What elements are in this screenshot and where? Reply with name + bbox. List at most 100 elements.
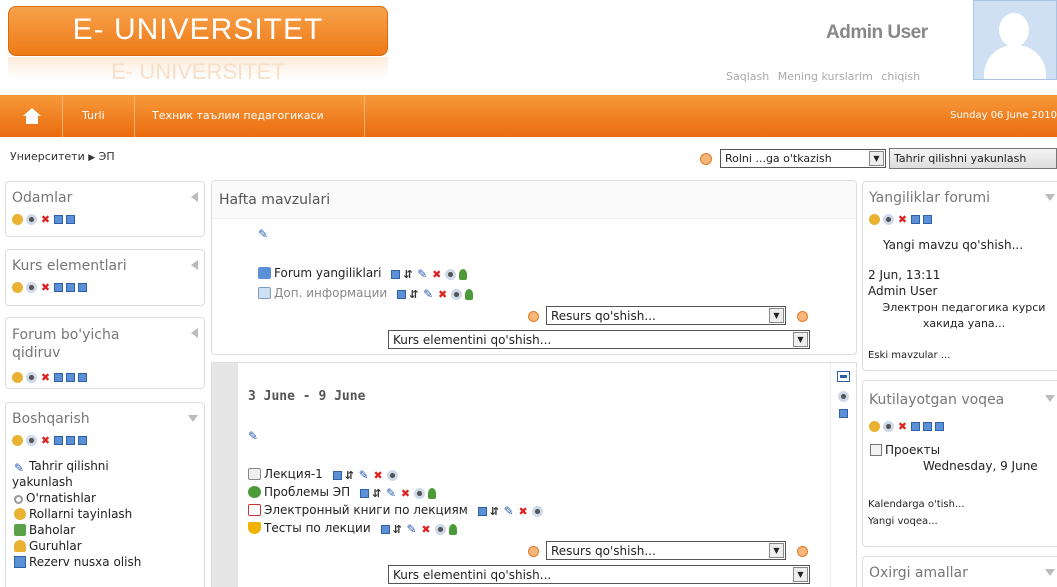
hide-icon[interactable]: [26, 282, 37, 293]
delete-icon[interactable]: ✖: [40, 282, 51, 293]
assign-roles-icon[interactable]: [869, 214, 880, 225]
delete-icon[interactable]: ✖: [40, 214, 51, 225]
move-right-icon[interactable]: [78, 436, 87, 445]
move-right-icon[interactable]: [360, 489, 370, 498]
edit-summary-icon[interactable]: ✎: [258, 227, 268, 241]
help-icon[interactable]: [528, 546, 539, 557]
hide-icon[interactable]: [883, 214, 894, 225]
delete-icon[interactable]: ✖: [897, 214, 908, 225]
breadcrumb-root[interactable]: Униерситети: [10, 150, 85, 163]
delete-icon[interactable]: ✖: [421, 524, 432, 535]
add-resource-select[interactable]: Resurs qo'shish... ▼: [546, 306, 786, 325]
post-title-link[interactable]: Электрон педагогика курси хакида yana...: [873, 300, 1055, 332]
hide-icon[interactable]: [434, 524, 446, 535]
add-activity-select[interactable]: Kurs elementini qo'shish... ▼: [388, 565, 810, 584]
hide-icon[interactable]: [883, 421, 894, 432]
edit-icon[interactable]: ✎: [504, 505, 515, 517]
move-up-icon[interactable]: [54, 436, 63, 445]
home-icon[interactable]: [10, 105, 56, 127]
move-down-icon[interactable]: [66, 283, 75, 292]
hide-block-icon[interactable]: [191, 192, 198, 202]
move-right-icon[interactable]: [397, 290, 407, 299]
edit-summary-icon[interactable]: ✎: [248, 429, 258, 443]
move-down-icon[interactable]: [923, 422, 932, 431]
activity-ebooks[interactable]: Электронный книги по лекциям ⇵ ✎ ✖: [248, 503, 546, 518]
group-mode-icon[interactable]: [459, 269, 468, 280]
hide-icon[interactable]: [386, 470, 398, 481]
event-link[interactable]: Проекты: [870, 443, 940, 457]
edit-icon[interactable]: ✎: [423, 288, 434, 300]
calendar-link[interactable]: Kalendarga o'tish...: [868, 499, 965, 510]
avatar[interactable]: [973, 0, 1057, 80]
hide-icon[interactable]: [26, 372, 37, 383]
activity-extra-info[interactable]: Доп. информации ⇵ ✎ ✖: [258, 286, 476, 301]
activity-news-forum[interactable]: Forum yangiliklari ⇵ ✎ ✖: [258, 266, 470, 281]
group-mode-icon[interactable]: [465, 289, 474, 300]
older-topics-link[interactable]: Eski mavzular ...: [868, 350, 950, 361]
delete-icon[interactable]: ✖: [431, 269, 442, 280]
delete-icon[interactable]: ✖: [40, 372, 51, 383]
nav-item-turli[interactable]: Turli: [82, 109, 105, 122]
admin-edit-off-link-cont[interactable]: yakunlash: [12, 475, 73, 489]
profile-link[interactable]: Saqlash: [726, 70, 769, 83]
hide-icon[interactable]: [26, 435, 37, 446]
move-right-icon[interactable]: [477, 507, 487, 516]
admin-settings-link[interactable]: O'rnatishlar: [14, 491, 96, 505]
move-right-icon[interactable]: [78, 283, 87, 292]
move-icon[interactable]: ⇵: [409, 289, 420, 300]
move-icon[interactable]: ⇵: [403, 269, 414, 280]
add-activity-select[interactable]: Kurs elementini qo'shish... ▼: [388, 330, 810, 349]
move-icon[interactable]: ⇵: [372, 488, 383, 499]
edit-icon[interactable]: ✎: [386, 487, 397, 499]
hide-week-icon[interactable]: [838, 391, 849, 402]
admin-groups-link[interactable]: Guruhlar: [14, 539, 82, 553]
delete-icon[interactable]: ✖: [437, 289, 448, 300]
move-up-icon[interactable]: [54, 373, 63, 382]
group-mode-icon[interactable]: [448, 524, 457, 535]
help-icon[interactable]: [797, 546, 808, 557]
my-courses-link[interactable]: Mening kurslarim: [778, 70, 873, 83]
move-down-icon[interactable]: [54, 215, 63, 224]
move-right-icon[interactable]: [332, 471, 342, 480]
delete-icon[interactable]: ✖: [373, 470, 384, 481]
collapse-block-icon[interactable]: [1045, 395, 1055, 402]
user-name[interactable]: Admin User: [826, 22, 928, 44]
move-up-icon[interactable]: [54, 283, 63, 292]
activity-lecture-1[interactable]: Лекция-1 ⇵ ✎ ✖: [248, 467, 401, 482]
site-logo[interactable]: E- UNIVERSITET: [8, 6, 388, 56]
nav-item-course[interactable]: Техник таълим педагогикаси: [152, 109, 324, 122]
activity-problems-forum[interactable]: Проблемы ЭП ⇵ ✎ ✖: [248, 485, 439, 500]
assign-roles-icon[interactable]: [12, 282, 23, 293]
move-right-icon[interactable]: [78, 373, 87, 382]
hide-block-icon[interactable]: [191, 260, 198, 270]
move-left-icon[interactable]: [923, 215, 932, 224]
logout-link[interactable]: chiqish: [881, 70, 920, 83]
move-icon[interactable]: ⇵: [393, 524, 404, 535]
add-resource-select[interactable]: Resurs qo'shish... ▼: [546, 541, 786, 560]
move-left-icon[interactable]: [935, 422, 944, 431]
move-icon[interactable]: ⇵: [345, 470, 356, 481]
collapse-block-icon[interactable]: [188, 415, 198, 422]
admin-edit-off-link[interactable]: ✎ Tahrir qilishni: [14, 459, 109, 474]
move-right-icon[interactable]: [391, 270, 401, 279]
delete-icon[interactable]: ✖: [400, 488, 411, 499]
hide-icon[interactable]: [445, 269, 457, 280]
help-icon[interactable]: [700, 153, 712, 165]
move-right-icon[interactable]: [66, 215, 75, 224]
delete-icon[interactable]: ✖: [40, 435, 51, 446]
edit-icon[interactable]: ✎: [407, 523, 418, 535]
group-mode-icon[interactable]: [428, 488, 437, 499]
move-down-icon[interactable]: [66, 436, 75, 445]
edit-icon[interactable]: ✎: [417, 268, 428, 280]
move-up-icon[interactable]: [911, 422, 920, 431]
help-icon[interactable]: [528, 311, 539, 322]
edit-icon[interactable]: ✎: [359, 469, 370, 481]
assign-roles-icon[interactable]: [12, 372, 23, 383]
hide-block-icon[interactable]: [191, 328, 198, 338]
admin-grades-link[interactable]: Baholar: [14, 523, 75, 537]
new-event-link[interactable]: Yangi voqea...: [868, 516, 938, 527]
help-icon[interactable]: [797, 311, 808, 322]
show-icon[interactable]: [451, 289, 463, 300]
move-down-icon[interactable]: [839, 409, 848, 418]
move-down-icon[interactable]: [66, 373, 75, 382]
